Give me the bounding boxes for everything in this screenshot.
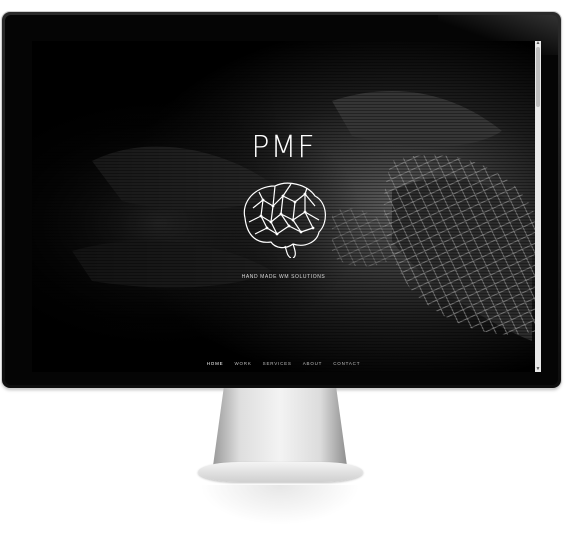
chevron-down-icon[interactable]: ▼ <box>535 367 541 372</box>
scrollbar-thumb[interactable] <box>536 47 540 107</box>
monitor-bezel: PMF HAND MADE WM SOLUTIONS HOME WORK SER… <box>5 15 558 385</box>
vertical-scrollbar[interactable]: ▲ ▼ <box>535 41 541 372</box>
website-screen: PMF HAND MADE WM SOLUTIONS HOME WORK SER… <box>32 41 541 372</box>
nav-item-work[interactable]: WORK <box>234 361 251 369</box>
nav-item-services[interactable]: SERVICES <box>263 361 292 369</box>
chevron-up-icon[interactable]: ▲ <box>535 41 541 46</box>
nav-item-home[interactable]: HOME <box>207 361 224 369</box>
brain-icon <box>243 182 326 258</box>
site-tagline: HAND MADE WM SOLUTIONS <box>241 274 326 280</box>
nav-item-contact[interactable]: CONTACT <box>333 361 360 369</box>
stand-reflection <box>200 485 360 525</box>
monitor-frame: PMF HAND MADE WM SOLUTIONS HOME WORK SER… <box>2 12 561 388</box>
nav-item-about[interactable]: ABOUT <box>303 361 323 369</box>
monitor-stand-neck <box>213 388 347 466</box>
site-logo[interactable]: PMF <box>32 130 535 165</box>
monitor-stand-base <box>198 462 363 482</box>
main-navigation: HOME WORK SERVICES ABOUT CONTACT <box>32 361 535 369</box>
